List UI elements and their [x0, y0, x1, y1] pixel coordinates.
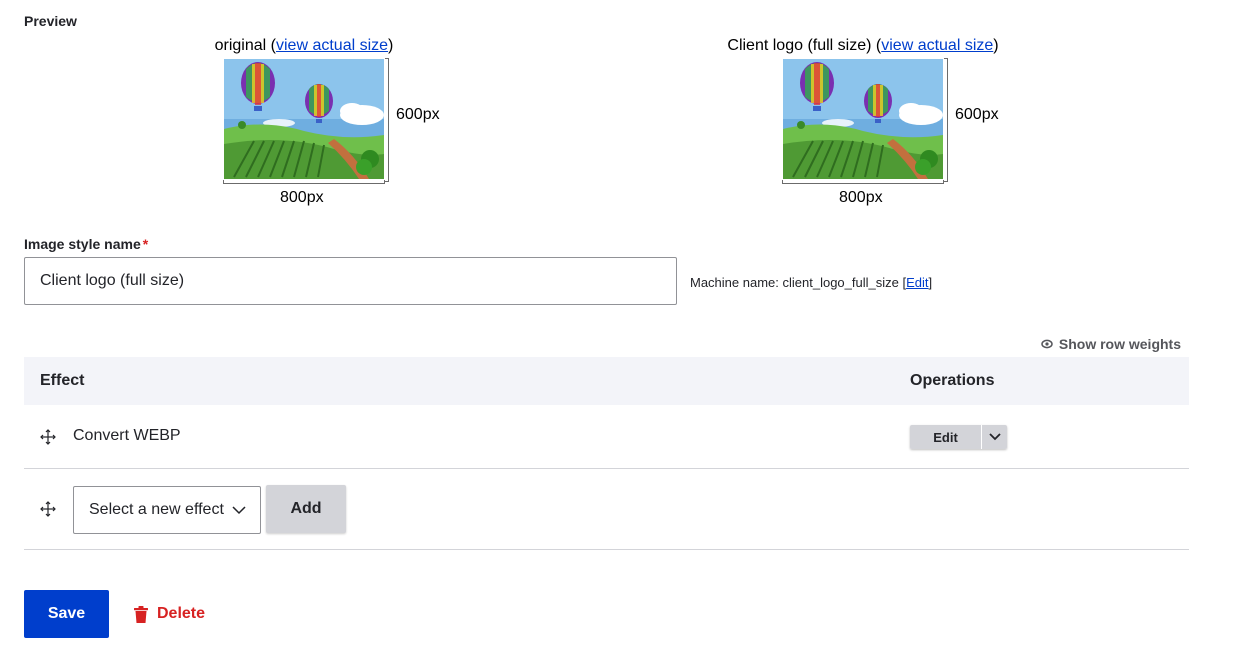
height-bracket	[944, 58, 948, 182]
edit-effect-button[interactable]: Edit	[910, 425, 981, 449]
chevron-down-icon	[232, 506, 246, 515]
show-row-weights-label: Show row weights	[1058, 336, 1181, 352]
chevron-down-icon	[988, 433, 1001, 441]
image-style-name-label-text: Image style name	[24, 236, 141, 252]
preview-original-width: 800px	[280, 189, 324, 206]
drag-handle-icon[interactable]	[40, 429, 56, 445]
image-style-name-label: Image style name *	[24, 236, 148, 252]
view-styled-actual-size-link[interactable]: view actual size	[881, 37, 993, 54]
save-button[interactable]: Save	[24, 590, 109, 638]
view-original-actual-size-link[interactable]: view actual size	[276, 37, 388, 54]
drag-handle-icon[interactable]	[40, 501, 56, 517]
add-effect-button[interactable]: Add	[266, 485, 346, 533]
delete-link[interactable]: Delete	[134, 605, 205, 623]
preview-original-title: original	[214, 37, 267, 54]
trash-icon	[134, 605, 148, 623]
preview-original-caption: original (view actual size)	[214, 37, 394, 54]
preview-original: original (view actual size)	[154, 37, 454, 55]
preview-styled-height: 600px	[955, 106, 999, 123]
preview-styled-title: Client logo (full size)	[727, 37, 872, 54]
table-row: Select a new effect	[24, 469, 1189, 550]
effects-table: Effect Operations Convert WEBP Edit Sele…	[24, 357, 1189, 550]
preview-styled-image[interactable]	[783, 59, 943, 179]
image-style-name-input[interactable]	[24, 257, 677, 305]
effect-name: Convert WEBP	[73, 427, 181, 444]
header-effect: Effect	[40, 372, 85, 389]
preview-original-height: 600px	[396, 106, 440, 123]
height-bracket	[385, 58, 389, 182]
preview-styled-width: 800px	[839, 189, 883, 206]
machine-name: Machine name: client_logo_full_size [Edi…	[690, 275, 932, 290]
machine-name-edit-link[interactable]: Edit	[906, 275, 928, 290]
width-bracket	[223, 180, 385, 184]
table-header: Effect Operations	[24, 357, 1189, 405]
eye-icon	[1041, 339, 1053, 349]
show-row-weights-button[interactable]: Show row weights	[1041, 336, 1181, 352]
edit-dropbutton: Edit	[910, 425, 1007, 449]
preview-original-image[interactable]	[224, 59, 384, 179]
required-marker: *	[142, 236, 149, 252]
new-effect-select-value: Select a new effect	[89, 501, 224, 518]
dropbutton-toggle[interactable]	[981, 425, 1007, 449]
balloon-scene-image	[224, 59, 384, 179]
header-operations: Operations	[910, 372, 995, 389]
preview-section-label: Preview	[24, 13, 77, 29]
preview-styled: Client logo (full size) (view actual siz…	[713, 37, 1013, 55]
delete-label: Delete	[157, 605, 206, 622]
table-row: Convert WEBP Edit	[24, 405, 1189, 469]
machine-name-suffix: ]	[928, 275, 933, 290]
balloon-scene-image	[783, 59, 943, 179]
width-bracket	[782, 180, 944, 184]
new-effect-select[interactable]: Select a new effect	[73, 486, 261, 534]
machine-name-text: Machine name: client_logo_full_size [	[690, 275, 907, 290]
preview-styled-caption: Client logo (full size) (view actual siz…	[727, 37, 999, 54]
